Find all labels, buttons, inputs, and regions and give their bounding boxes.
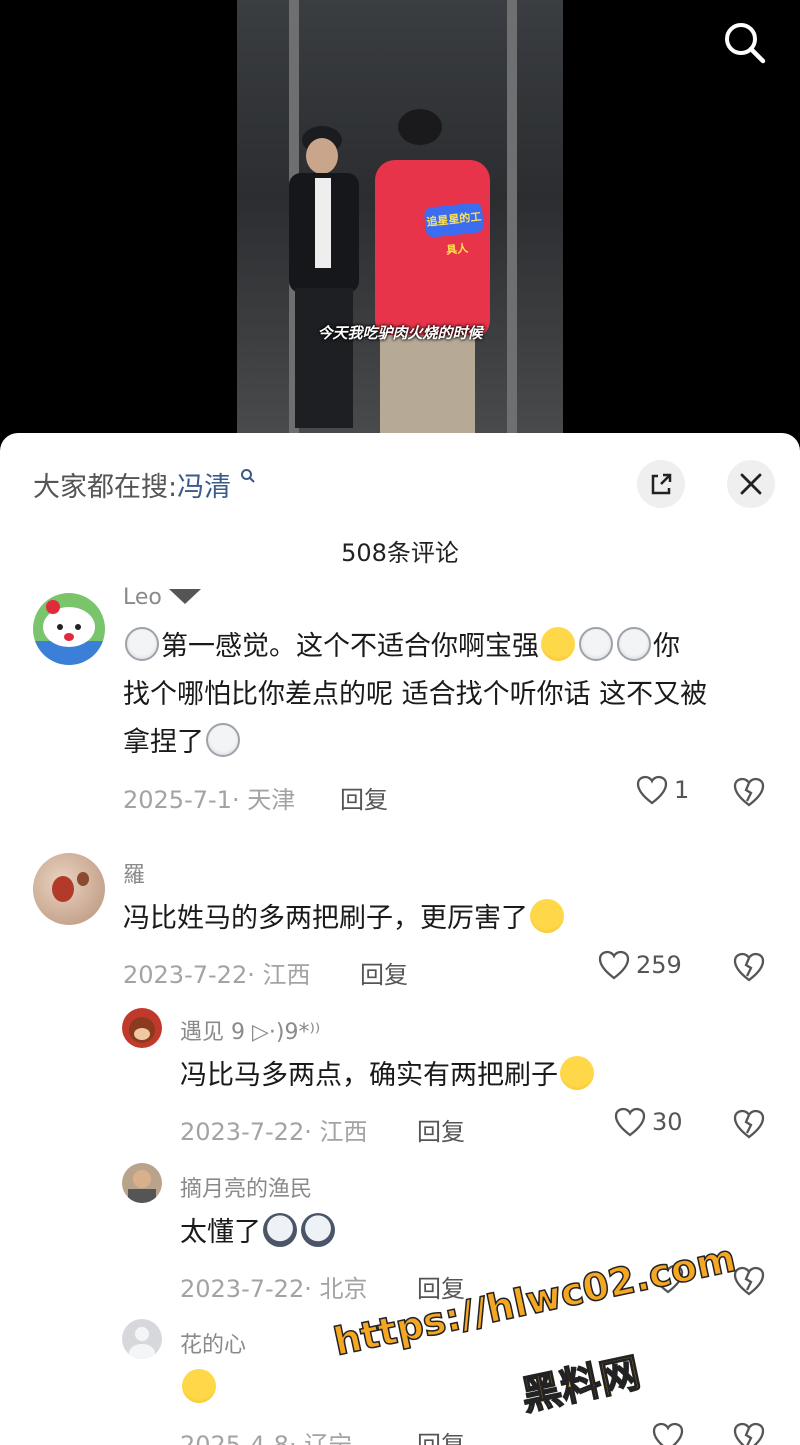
- comment-username[interactable]: 摘月亮的渔民: [180, 1171, 312, 1203]
- shocked-emoji-icon: [206, 723, 240, 757]
- comment-text: 第一感觉。这个不适合你啊宝强 你找个哪怕比你差点的呢 适合找个听你话 这不又被 拿捏…: [123, 623, 773, 767]
- comment-username[interactable]: Leo: [123, 585, 201, 610]
- comment-date-location: 2023-7-22· 北京: [180, 1275, 368, 1303]
- monkey-avatar-icon: [129, 1017, 155, 1043]
- broken-heart-icon[interactable]: [733, 1109, 765, 1139]
- video-player[interactable]: 追星星的工具人 今天我吃驴肉火烧的时候: [0, 0, 800, 440]
- close-icon: [740, 473, 762, 495]
- hot-air-balloon-avatar-icon: [52, 872, 89, 902]
- person-in-red-jacket: [375, 109, 490, 435]
- like-button[interactable]: 259: [598, 950, 682, 980]
- door-frame: [507, 0, 517, 440]
- like-button[interactable]: 1: [636, 775, 689, 805]
- video-caption: 今天我吃驴肉火烧的时候: [317, 324, 483, 342]
- search-icon[interactable]: [722, 20, 766, 64]
- user-badge-icon: [168, 589, 201, 604]
- comment-text: [180, 1365, 770, 1413]
- heart-icon: [636, 775, 668, 805]
- expand-button[interactable]: [637, 460, 685, 508]
- broken-heart-icon[interactable]: [733, 1422, 765, 1445]
- avatar[interactable]: [122, 1008, 162, 1048]
- comment-date-location: 2025-4-8· 辽宁: [180, 1431, 353, 1445]
- shocked-emoji-icon: [579, 627, 613, 661]
- video-sticker: 追星星的工具人: [423, 202, 485, 257]
- like-count: 259: [636, 951, 682, 979]
- avatar[interactable]: [122, 1163, 162, 1203]
- video-frame: 追星星的工具人 今天我吃驴肉火烧的时候: [237, 0, 563, 440]
- hello-kitty-avatar-icon: [33, 600, 105, 665]
- hot-search-bar[interactable]: 大家都在搜:冯清: [33, 465, 256, 504]
- comment-username[interactable]: 花的心: [180, 1327, 246, 1359]
- crying-laughing-emoji-icon: [530, 899, 564, 933]
- heart-icon[interactable]: [652, 1422, 684, 1445]
- avatar[interactable]: [122, 1319, 162, 1359]
- person-avatar-icon: [128, 1170, 156, 1203]
- avatar[interactable]: [33, 853, 105, 925]
- shocked-emoji-icon: [617, 627, 651, 661]
- reply-button[interactable]: 回复: [360, 955, 408, 990]
- comment-text: 冯比马多两点，确实有两把刷子: [180, 1052, 770, 1100]
- username-text: Leo: [123, 585, 162, 610]
- heart-icon: [614, 1107, 646, 1137]
- comment-date-location: 2023-7-22· 江西: [180, 1118, 368, 1146]
- reply-button[interactable]: 回复: [417, 1112, 465, 1147]
- comment-text-part: 你: [653, 631, 680, 662]
- comment-date-location: 2023-7-22· 江西: [123, 961, 311, 989]
- avatar[interactable]: [33, 593, 105, 665]
- like-count: 1: [674, 776, 690, 804]
- default-avatar-icon: [129, 1327, 155, 1359]
- comment-text-part: 冯比姓马的多两把刷子，更厉害了: [123, 903, 528, 934]
- hot-search-prefix: 大家都在搜:: [33, 472, 178, 503]
- broken-heart-icon[interactable]: [733, 952, 765, 982]
- comment-text-part: 冯比马多两点，确实有两把刷子: [180, 1060, 558, 1091]
- search-icon: [240, 469, 255, 483]
- comment-date-location: 2025-7-1· 天津: [123, 786, 296, 814]
- close-button[interactable]: [727, 460, 775, 508]
- comment-text-part: 找个哪怕比你差点的呢 适合找个听你话 这不又被: [123, 679, 708, 710]
- like-button[interactable]: 30: [614, 1107, 683, 1137]
- comment-username[interactable]: 羅: [123, 857, 145, 889]
- husky-emoji-icon: [301, 1213, 335, 1247]
- comment-sheet: 大家都在搜:冯清 508条评论 Leo 第一感觉。这个不适合你啊宝强 你 找个哪…: [0, 433, 800, 1445]
- broken-heart-icon[interactable]: [733, 777, 765, 807]
- crying-emoji-icon: [541, 627, 575, 661]
- heart-icon: [598, 950, 630, 980]
- expand-icon: [651, 473, 672, 495]
- crying-laughing-emoji-icon: [182, 1369, 216, 1403]
- comment-count: 508条评论: [341, 539, 459, 567]
- hot-search-term[interactable]: 冯清: [177, 472, 231, 503]
- comment-text-part: 第一感觉。这个不适合你啊宝强: [161, 631, 539, 662]
- like-count: 30: [652, 1108, 683, 1136]
- comment-text-part: 拿捏了: [123, 727, 204, 758]
- reply-button[interactable]: 回复: [417, 1425, 465, 1445]
- shocked-emoji-icon: [125, 627, 159, 661]
- comment-text: 冯比姓马的多两把刷子，更厉害了: [123, 895, 773, 943]
- reply-button[interactable]: 回复: [340, 780, 388, 815]
- comment-username[interactable]: 遇见 9 ▷·)9*⁾⁾: [180, 1014, 320, 1046]
- person-in-black-jacket: [289, 126, 359, 428]
- comment-text-part: 太懂了: [180, 1217, 261, 1248]
- husky-emoji-icon: [263, 1213, 297, 1247]
- crying-laughing-emoji-icon: [560, 1056, 594, 1090]
